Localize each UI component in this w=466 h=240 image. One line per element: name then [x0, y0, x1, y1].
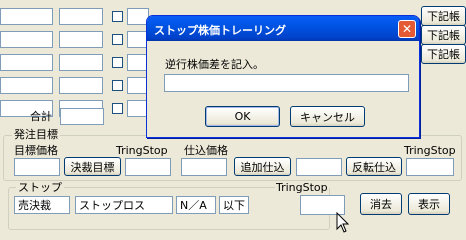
reverse-purchase-button[interactable]: 反転仕込 [346, 157, 402, 176]
stop-loss-field: ストップロス [75, 196, 173, 214]
grid-field[interactable] [0, 8, 53, 25]
close-icon[interactable]: ✕ [398, 20, 416, 38]
stop-trailing-dialog: ストップ株価トレーリング ✕ 逆行株価差を記入。 OK キャンセル [146, 15, 420, 138]
grid-checkbox[interactable] [112, 80, 123, 91]
stop-legend: ストップ [16, 181, 64, 194]
side-record-button[interactable]: 下記帳 [421, 25, 466, 45]
dialog-title: ストップ株価トレーリング [154, 24, 286, 37]
grid-field[interactable] [0, 31, 53, 48]
dialog-titlebar[interactable]: ストップ株価トレーリング ✕ [147, 16, 419, 41]
purchase-price-field[interactable] [181, 158, 227, 176]
grid-field[interactable] [59, 8, 103, 25]
side-record-button[interactable]: 下記帳 [421, 44, 466, 64]
grid-field[interactable] [59, 77, 103, 94]
display-button[interactable]: 表示 [408, 193, 450, 215]
tring-stop-label: TringStop [116, 144, 168, 157]
grid-field[interactable] [0, 77, 53, 94]
tring-stop-field[interactable] [125, 158, 171, 176]
purchase-tring-stop-field[interactable] [406, 158, 454, 176]
purchase-price-label: 仕込価格 [184, 144, 228, 157]
delete-button[interactable]: 消去 [360, 193, 402, 215]
tring-stop-label: TringStop [275, 181, 329, 194]
grid-checkbox[interactable] [112, 103, 123, 114]
sell-settle-field: 売決裁 [14, 196, 70, 214]
settle-target-button[interactable]: 決裁目標 [64, 157, 121, 176]
grid-field[interactable] [59, 31, 103, 48]
side-record-button[interactable]: 下記帳 [421, 6, 466, 26]
na-field: N／A [176, 196, 216, 214]
grid-field[interactable] [0, 54, 53, 71]
target-price-label: 目標価格 [14, 144, 58, 157]
purchase-extra-field[interactable] [296, 158, 342, 176]
total-field[interactable] [60, 108, 104, 125]
grid-checkbox[interactable] [112, 11, 123, 22]
grid-checkbox[interactable] [112, 57, 123, 68]
order-target-legend: 発注目標 [12, 128, 60, 141]
ok-button[interactable]: OK [205, 106, 280, 127]
total-label: 合計 [30, 110, 52, 123]
grid-checkbox[interactable] [112, 34, 123, 45]
price-difference-input[interactable] [164, 74, 409, 92]
dialog-prompt: 逆行株価差を記入。 [165, 58, 264, 71]
target-price-field[interactable] [14, 158, 60, 176]
grid-field[interactable] [59, 54, 103, 71]
cancel-button[interactable]: キャンセル [290, 106, 365, 127]
add-purchase-button[interactable]: 追加仕込 [234, 157, 291, 176]
below-field: 以下 [219, 196, 249, 214]
mouse-pointer-icon [336, 212, 350, 233]
tring-stop-label: TringStop [404, 144, 456, 157]
